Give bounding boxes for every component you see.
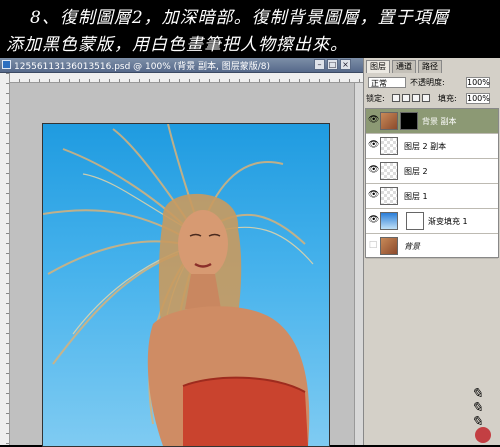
layer-name: 背景 [404,242,420,251]
lock-label: 锁定: [366,94,385,103]
visibility-eye-icon[interactable]: 👁 [368,165,379,175]
lock-image-icon[interactable] [402,94,410,102]
canvas-area[interactable] [10,83,363,447]
layer-mask-thumbnail[interactable] [400,112,418,130]
tab-paths[interactable]: 路径 [418,60,442,73]
layer-thumbnail [380,162,398,180]
document-titlebar[interactable]: 12556113136013516.psd @ 100% (背景 副本, 图层蒙… [0,58,363,73]
visibility-eye-icon[interactable]: 👁 [368,115,379,125]
blend-mode-select[interactable]: 正常 [368,77,406,88]
vertical-scrollbar[interactable] [354,83,363,445]
close-icon[interactable]: × [340,59,351,70]
visibility-eye-icon[interactable]: □ [368,240,378,250]
panel-tabs: 图层 通道 路径 [364,60,500,73]
tutorial-caption: 8、復制圖層2，加深暗部。復制背景圖層，置于項層 添加黑色蒙版，用白色畫筆把人物… [0,0,500,58]
layer-thumbnail [380,237,398,255]
lock-transparent-icon[interactable] [392,94,400,102]
artist-signature: ✎ ✎ ✎ [471,386,483,430]
layer-name: 图层 2 副本 [404,142,447,151]
tab-channels[interactable]: 通道 [392,60,416,73]
panel-empty-area: ✎ ✎ ✎ [365,260,499,445]
lock-position-icon[interactable] [412,94,420,102]
layer-name: 图层 2 [404,167,428,176]
maximize-icon[interactable]: □ [327,59,338,70]
layer-row-layer1[interactable]: 👁 图层 1 [366,184,498,209]
red-seal-stamp [475,427,491,443]
layer-row-layer2[interactable]: 👁 图层 2 [366,159,498,184]
caption-line-1: 8、復制圖層2，加深暗部。復制背景圖層，置于項層 [30,8,450,28]
layer-mask-thumbnail[interactable] [406,212,424,230]
layer-row-background-copy[interactable]: 👁 背景 副本 [366,109,498,134]
opacity-label: 不透明度: [410,78,445,87]
layers-list: 👁 背景 副本 👁 图层 2 副本 👁 图层 2 👁 图层 1 👁 渐变填充 1 [365,108,499,259]
photoshop-doc-icon [2,60,11,69]
layer-row-gradient-fill[interactable]: 👁 渐变填充 1 [366,209,498,234]
layer-name: 背景 副本 [422,117,457,126]
minimize-icon[interactable]: – [314,59,325,70]
lock-all-icon[interactable] [422,94,430,102]
gradient-fill-thumbnail [380,212,398,230]
visibility-eye-icon[interactable]: 👁 [368,190,379,200]
layer-thumbnail [380,187,398,205]
layers-panel: 图层 通道 路径 正常 不透明度: 100% 锁定: 填充: 100% 👁 背景… [363,58,500,445]
document-window: 12556113136013516.psd @ 100% (背景 副本, 图层蒙… [0,58,363,447]
blend-opacity-row: 正常 不透明度: 100% [366,77,499,89]
fill-label: 填充: [438,94,457,103]
visibility-eye-icon[interactable]: 👁 [368,140,379,150]
layer-row-layer2-copy[interactable]: 👁 图层 2 副本 [366,134,498,159]
document-title: 12556113136013516.psd @ 100% (背景 副本, 图层蒙… [14,62,270,72]
visibility-eye-icon[interactable]: 👁 [368,215,379,225]
document-canvas-photo[interactable] [42,123,330,447]
horizontal-ruler[interactable] [9,73,363,83]
woman-portrait-image [43,124,314,446]
layer-row-background[interactable]: □ 背景 [366,234,498,259]
layer-name: 渐变填充 1 [428,217,468,226]
vertical-ruler[interactable] [0,73,10,445]
layer-name: 图层 1 [404,192,428,201]
lock-fill-row: 锁定: 填充: 100% [366,93,499,105]
fill-input[interactable]: 100% [466,93,490,104]
opacity-input[interactable]: 100% [466,77,490,88]
layer-thumbnail [380,137,398,155]
tab-layers[interactable]: 图层 [366,60,390,73]
caption-line-2: 添加黑色蒙版，用白色畫筆把人物擦出來。 [6,35,348,55]
layer-thumbnail [380,112,398,130]
